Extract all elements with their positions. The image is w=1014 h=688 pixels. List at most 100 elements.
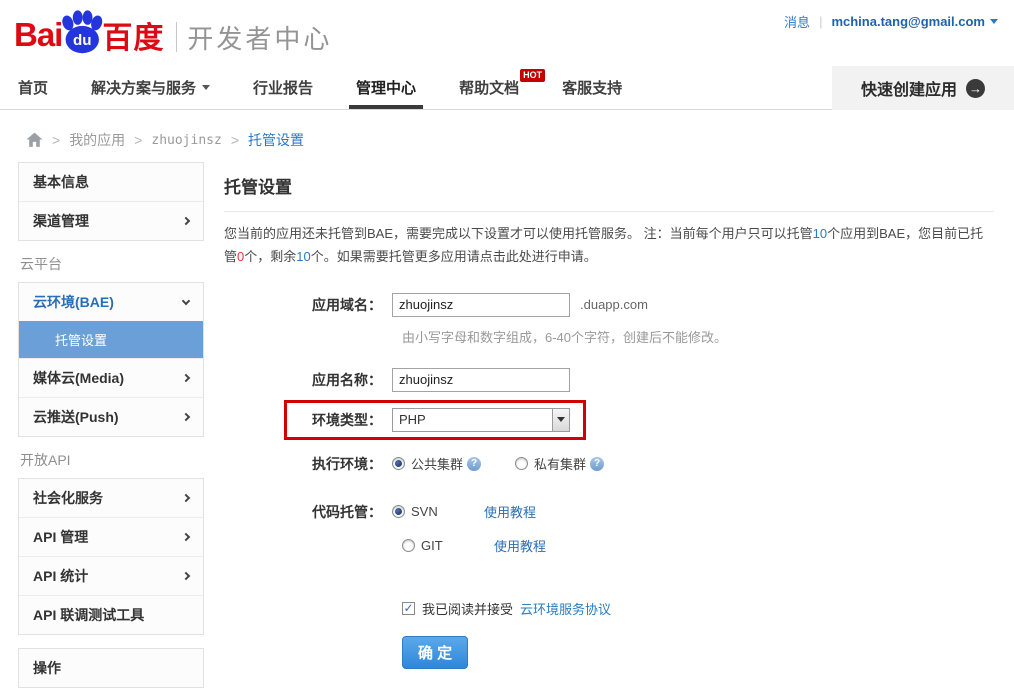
domain-row: 应用域名： .duapp.com (224, 293, 994, 317)
sidebar-item-hosting-settings[interactable]: 托管设置 (19, 321, 203, 358)
exec-env-row: 执行环境： 公共集群 ? 私有集群 ? (224, 454, 994, 474)
top-header: Bai du 百度 开发者中心 消息 | mchina.tang@gmail.c… (0, 0, 1014, 66)
domain-input[interactable] (392, 293, 570, 317)
create-app-button[interactable]: 快速创建应用 → (832, 66, 1014, 110)
radio-label: GIT (421, 538, 443, 553)
chevron-right-icon (182, 572, 190, 580)
sidebar-item-label: API 管理 (33, 527, 88, 547)
sidebar-section-open-api: 开放API (18, 437, 204, 478)
breadcrumb-separator: > (52, 132, 60, 148)
sidebar-item-bae[interactable]: 云环境(BAE) (19, 283, 203, 321)
chevron-down-icon (202, 85, 210, 90)
app-name-input[interactable] (392, 368, 570, 392)
sidebar-box-operations: 操作 (18, 648, 204, 688)
sidebar-box-app: 基本信息 渠道管理 (18, 162, 204, 241)
env-type-row: 环境类型： PHP (224, 408, 994, 432)
sidebar: 基本信息 渠道管理 云平台 云环境(BAE) 托管设置 媒体云(Media) 云… (18, 162, 204, 688)
nav-item-solutions[interactable]: 解决方案与服务 (91, 66, 210, 109)
env-type-select[interactable]: PHP (392, 408, 570, 432)
domain-hint: 由小写字母和数字组成，6-40个字符，创建后不能修改。 (402, 327, 994, 346)
main-navigation: 首页 解决方案与服务 行业报告 管理中心 帮助文档 HOT 客服支持 快速创建应… (0, 66, 1014, 110)
radio-selected-icon[interactable] (392, 457, 405, 470)
sidebar-item-label: 托管设置 (55, 330, 107, 349)
quota-total: 10 (813, 226, 827, 241)
nav-item-industry-report[interactable]: 行业报告 (253, 66, 313, 109)
logo-baidu-cn: 百度 (102, 13, 164, 57)
chevron-down-icon (557, 417, 565, 422)
userbar-separator: | (819, 14, 822, 29)
agreement-row: ✓ 我已阅读并接受 云环境服务协议 (402, 599, 994, 618)
select-dropdown-button[interactable] (552, 409, 569, 431)
nav-item-support[interactable]: 客服支持 (562, 66, 622, 109)
nav-label: 首页 (18, 77, 48, 98)
sidebar-item-label: 渠道管理 (33, 211, 89, 231)
sidebar-item-cloud-push[interactable]: 云推送(Push) (19, 397, 203, 436)
sidebar-item-api-management[interactable]: API 管理 (19, 517, 203, 556)
svn-tutorial-link[interactable]: 使用教程 (484, 502, 536, 521)
chevron-down-icon (182, 297, 190, 305)
main-panel: 托管设置 您当前的应用还未托管到BAE，需要完成以下设置才可以使用托管服务。 注… (224, 162, 994, 688)
code-hosting-row-svn: 代码托管： SVN 使用教程 (224, 502, 994, 522)
create-app-label: 快速创建应用 (861, 76, 957, 100)
intro-part: 个。如果需要托管更多应用请点击此处进行申请。 (311, 249, 597, 264)
sidebar-item-api-statistics[interactable]: API 统计 (19, 556, 203, 595)
git-option[interactable]: GIT (402, 538, 454, 553)
nav-label: 管理中心 (356, 77, 416, 98)
chevron-down-icon (990, 19, 998, 24)
nav-label: 解决方案与服务 (91, 77, 196, 98)
chevron-right-icon (182, 413, 190, 421)
sidebar-item-label: 云推送(Push) (33, 407, 119, 427)
nav-label: 行业报告 (253, 77, 313, 98)
user-account-dropdown[interactable]: mchina.tang@gmail.com (831, 14, 998, 29)
private-cluster-option[interactable]: 私有集群 (515, 454, 586, 473)
sidebar-box-api: 社会化服务 API 管理 API 统计 API 联调测试工具 (18, 478, 204, 635)
radio-unselected-icon[interactable] (515, 457, 528, 470)
breadcrumb-my-apps[interactable]: 我的应用 (69, 130, 125, 150)
nav-item-home[interactable]: 首页 (18, 66, 48, 109)
logo-bai-text: Bai (14, 16, 62, 54)
sidebar-item-social-services[interactable]: 社会化服务 (19, 479, 203, 517)
service-agreement-link[interactable]: 云环境服务协议 (520, 599, 611, 618)
breadcrumb-separator: > (134, 132, 142, 148)
sidebar-item-label: 云环境(BAE) (33, 292, 114, 312)
radio-label: 公共集群 (411, 454, 463, 473)
baidu-paw-icon: du (58, 10, 105, 54)
env-type-label: 环境类型： (224, 410, 392, 430)
intro-text: 您当前的应用还未托管到BAE，需要完成以下设置才可以使用托管服务。 注：当前每个… (224, 223, 988, 269)
radio-selected-icon[interactable] (392, 505, 405, 518)
chevron-right-icon (182, 494, 190, 502)
sidebar-item-media-cloud[interactable]: 媒体云(Media) (19, 358, 203, 397)
code-hosting-label: 代码托管： (224, 502, 392, 522)
breadcrumb-app-name[interactable]: zhuojinsz (151, 133, 221, 148)
radio-label: 私有集群 (534, 454, 586, 473)
agreement-checkbox[interactable]: ✓ (402, 602, 415, 615)
home-icon[interactable] (26, 132, 43, 148)
hosting-settings-form: 应用域名： .duapp.com 由小写字母和数字组成，6-40个字符，创建后不… (224, 293, 994, 669)
nav-item-management-center[interactable]: 管理中心 (356, 66, 416, 109)
git-tutorial-link[interactable]: 使用教程 (494, 536, 546, 555)
sidebar-item-label: API 联调测试工具 (33, 605, 144, 625)
sidebar-item-operations[interactable]: 操作 (19, 649, 203, 687)
app-name-label: 应用名称： (224, 370, 392, 390)
logo-divider (176, 22, 177, 52)
sidebar-item-api-debug-tool[interactable]: API 联调测试工具 (19, 595, 203, 634)
nav-item-help-docs[interactable]: 帮助文档 HOT (459, 66, 519, 109)
help-icon[interactable]: ? (590, 457, 604, 471)
help-icon[interactable]: ? (467, 457, 481, 471)
app-name-row: 应用名称： (224, 368, 994, 392)
sidebar-item-basic-info[interactable]: 基本信息 (19, 163, 203, 201)
code-hosting-row-git: GIT 使用教程 (402, 536, 994, 555)
svn-option[interactable]: SVN (392, 504, 444, 519)
sidebar-item-label: 操作 (33, 658, 61, 678)
public-cluster-option[interactable]: 公共集群 (392, 454, 463, 473)
confirm-button[interactable]: 确 定 (402, 636, 468, 669)
sidebar-item-channel-management[interactable]: 渠道管理 (19, 201, 203, 240)
intro-part: 您当前的应用还未托管到BAE，需要完成以下设置才可以使用托管服务。 注：当前每个… (224, 226, 813, 241)
nav-label: 客服支持 (562, 77, 622, 98)
radio-unselected-icon[interactable] (402, 539, 415, 552)
sidebar-box-cloud: 云环境(BAE) 托管设置 媒体云(Media) 云推送(Push) (18, 282, 204, 437)
hot-badge: HOT (520, 69, 545, 82)
messages-link[interactable]: 消息 (784, 12, 810, 31)
breadcrumb: > 我的应用 > zhuojinsz > 托管设置 (0, 110, 1014, 162)
sidebar-item-label: 基本信息 (33, 172, 89, 192)
